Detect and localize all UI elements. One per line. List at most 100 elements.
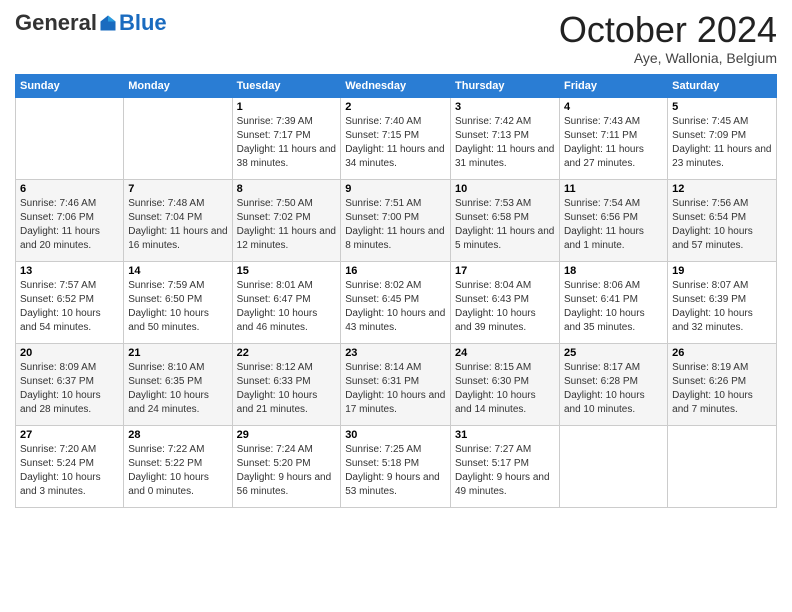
month-title: October 2024 — [559, 10, 777, 50]
calendar-week-5: 27Sunrise: 7:20 AMSunset: 5:24 PMDayligh… — [16, 425, 777, 507]
day-number: 20 — [20, 347, 119, 359]
calendar-cell — [559, 425, 667, 507]
day-number: 23 — [345, 347, 446, 359]
calendar-cell: 2Sunrise: 7:40 AMSunset: 7:15 PMDaylight… — [341, 97, 451, 179]
day-info: Sunrise: 7:42 AMSunset: 7:13 PMDaylight:… — [455, 115, 555, 171]
day-info: Sunrise: 7:24 AMSunset: 5:20 PMDaylight:… — [237, 443, 337, 499]
day-info: Sunrise: 8:06 AMSunset: 6:41 PMDaylight:… — [564, 279, 663, 335]
calendar-week-1: 1 Sunrise: 7:39 AMSunset: 7:17 PMDaylight… — [16, 97, 777, 179]
day-number: 29 — [237, 429, 337, 441]
weekday-friday: Friday — [559, 74, 667, 97]
calendar-cell: 6 Sunrise: 7:46 AMSunset: 7:06 PMDaylight… — [16, 179, 124, 261]
day-number: 22 — [237, 347, 337, 359]
calendar-cell: 24Sunrise: 8:15 AMSunset: 6:30 PMDayligh… — [451, 343, 560, 425]
day-info: Sunrise: 8:10 AMSunset: 6:35 PMDaylight:… — [128, 361, 227, 417]
day-number: 12 — [672, 183, 772, 195]
day-number: 7 — [128, 183, 227, 195]
calendar-cell: 5Sunrise: 7:45 AMSunset: 7:09 PMDaylight… — [668, 97, 777, 179]
day-info: Sunrise: 8:15 AMSunset: 6:30 PMDaylight:… — [455, 361, 555, 417]
day-number: 16 — [345, 265, 446, 277]
calendar-cell: 14 Sunrise: 7:59 AMSunset: 6:50 PMDayligh… — [124, 261, 232, 343]
day-number: 21 — [128, 347, 227, 359]
calendar-week-4: 20 Sunrise: 8:09 AMSunset: 6:37 PMDayligh… — [16, 343, 777, 425]
day-number: 6 — [20, 183, 119, 195]
page: General Blue October 2024 Aye, Wallonia,… — [0, 0, 792, 612]
day-info: Sunrise: 8:02 AMSunset: 6:45 PMDaylight:… — [345, 279, 446, 335]
day-number: 3 — [455, 101, 555, 113]
day-info: Sunrise: 7:43 AMSunset: 7:11 PMDaylight:… — [564, 115, 663, 171]
day-info: Sunrise: 8:17 AMSunset: 6:28 PMDaylight:… — [564, 361, 663, 417]
day-info: Sunrise: 7:27 AMSunset: 5:17 PMDaylight:… — [455, 443, 555, 499]
calendar-cell: 31 Sunrise: 7:27 AMSunset: 5:17 PMDayligh… — [451, 425, 560, 507]
day-number: 4 — [564, 101, 663, 113]
day-info: Sunrise: 7:39 AMSunset: 7:17 PMDaylight:… — [237, 115, 337, 171]
day-number: 25 — [564, 347, 663, 359]
day-number: 9 — [345, 183, 446, 195]
day-number: 31 — [455, 429, 555, 441]
weekday-monday: Monday — [124, 74, 232, 97]
calendar-cell: 8Sunrise: 7:50 AMSunset: 7:02 PMDaylight… — [232, 179, 341, 261]
calendar-cell: 9Sunrise: 7:51 AMSunset: 7:00 PMDaylight… — [341, 179, 451, 261]
day-info: Sunrise: 7:54 AMSunset: 6:56 PMDaylight:… — [564, 197, 663, 253]
calendar-cell: 22 Sunrise: 8:12 AMSunset: 6:33 PMDayligh… — [232, 343, 341, 425]
day-number: 14 — [128, 265, 227, 277]
weekday-tuesday: Tuesday — [232, 74, 341, 97]
day-info: Sunrise: 7:46 AMSunset: 7:06 PMDaylight:… — [20, 197, 119, 253]
weekday-thursday: Thursday — [451, 74, 560, 97]
location-title: Aye, Wallonia, Belgium — [559, 50, 777, 66]
day-info: Sunrise: 7:22 AMSunset: 5:22 PMDaylight:… — [128, 443, 227, 499]
calendar-week-3: 13Sunrise: 7:57 AMSunset: 6:52 PMDayligh… — [16, 261, 777, 343]
day-info: Sunrise: 7:25 AMSunset: 5:18 PMDaylight:… — [345, 443, 446, 499]
day-number: 19 — [672, 265, 772, 277]
calendar-week-2: 6 Sunrise: 7:46 AMSunset: 7:06 PMDaylight… — [16, 179, 777, 261]
logo-blue: Blue — [119, 10, 167, 36]
logo: General Blue — [15, 10, 167, 36]
calendar-cell: 15 Sunrise: 8:01 AMSunset: 6:47 PMDayligh… — [232, 261, 341, 343]
calendar-cell: 13Sunrise: 7:57 AMSunset: 6:52 PMDayligh… — [16, 261, 124, 343]
logo-text: General Blue — [15, 10, 167, 36]
calendar-cell: 21 Sunrise: 8:10 AMSunset: 6:35 PMDayligh… — [124, 343, 232, 425]
calendar-cell: 27Sunrise: 7:20 AMSunset: 5:24 PMDayligh… — [16, 425, 124, 507]
calendar-cell: 29 Sunrise: 7:24 AMSunset: 5:20 PMDayligh… — [232, 425, 341, 507]
calendar-cell: 20 Sunrise: 8:09 AMSunset: 6:37 PMDayligh… — [16, 343, 124, 425]
day-number: 17 — [455, 265, 555, 277]
calendar-cell — [124, 97, 232, 179]
day-info: Sunrise: 8:04 AMSunset: 6:43 PMDaylight:… — [455, 279, 555, 335]
calendar-cell: 16 Sunrise: 8:02 AMSunset: 6:45 PMDayligh… — [341, 261, 451, 343]
day-info: Sunrise: 7:59 AMSunset: 6:50 PMDaylight:… — [128, 279, 227, 335]
day-number: 8 — [237, 183, 337, 195]
day-number: 30 — [345, 429, 446, 441]
day-info: Sunrise: 8:19 AMSunset: 6:26 PMDaylight:… — [672, 361, 772, 417]
calendar-cell: 25 Sunrise: 8:17 AMSunset: 6:28 PMDayligh… — [559, 343, 667, 425]
day-number: 18 — [564, 265, 663, 277]
calendar-cell: 28Sunrise: 7:22 AMSunset: 5:22 PMDayligh… — [124, 425, 232, 507]
calendar-table: SundayMondayTuesdayWednesdayThursdayFrid… — [15, 74, 777, 508]
day-number: 27 — [20, 429, 119, 441]
day-info: Sunrise: 7:45 AMSunset: 7:09 PMDaylight:… — [672, 115, 772, 171]
title-block: October 2024 Aye, Wallonia, Belgium — [559, 10, 777, 66]
logo-icon — [99, 14, 117, 32]
calendar-cell: 4 Sunrise: 7:43 AMSunset: 7:11 PMDaylight… — [559, 97, 667, 179]
calendar-cell: 12Sunrise: 7:56 AMSunset: 6:54 PMDayligh… — [668, 179, 777, 261]
day-info: Sunrise: 8:01 AMSunset: 6:47 PMDaylight:… — [237, 279, 337, 335]
logo-general: General — [15, 10, 97, 36]
day-info: Sunrise: 8:12 AMSunset: 6:33 PMDaylight:… — [237, 361, 337, 417]
calendar-cell: 18 Sunrise: 8:06 AMSunset: 6:41 PMDayligh… — [559, 261, 667, 343]
calendar-cell: 17 Sunrise: 8:04 AMSunset: 6:43 PMDayligh… — [451, 261, 560, 343]
header: General Blue October 2024 Aye, Wallonia,… — [15, 10, 777, 66]
day-info: Sunrise: 8:09 AMSunset: 6:37 PMDaylight:… — [20, 361, 119, 417]
day-number: 1 — [237, 101, 337, 113]
day-info: Sunrise: 7:48 AMSunset: 7:04 PMDaylight:… — [128, 197, 227, 253]
weekday-saturday: Saturday — [668, 74, 777, 97]
calendar-cell: 3 Sunrise: 7:42 AMSunset: 7:13 PMDaylight… — [451, 97, 560, 179]
day-number: 15 — [237, 265, 337, 277]
calendar-cell: 11Sunrise: 7:54 AMSunset: 6:56 PMDayligh… — [559, 179, 667, 261]
day-number: 26 — [672, 347, 772, 359]
calendar-cell: 1 Sunrise: 7:39 AMSunset: 7:17 PMDaylight… — [232, 97, 341, 179]
calendar-cell: 7 Sunrise: 7:48 AMSunset: 7:04 PMDaylight… — [124, 179, 232, 261]
day-number: 10 — [455, 183, 555, 195]
calendar-cell: 30 Sunrise: 7:25 AMSunset: 5:18 PMDayligh… — [341, 425, 451, 507]
day-info: Sunrise: 8:14 AMSunset: 6:31 PMDaylight:… — [345, 361, 446, 417]
weekday-sunday: Sunday — [16, 74, 124, 97]
day-info: Sunrise: 8:07 AMSunset: 6:39 PMDaylight:… — [672, 279, 772, 335]
